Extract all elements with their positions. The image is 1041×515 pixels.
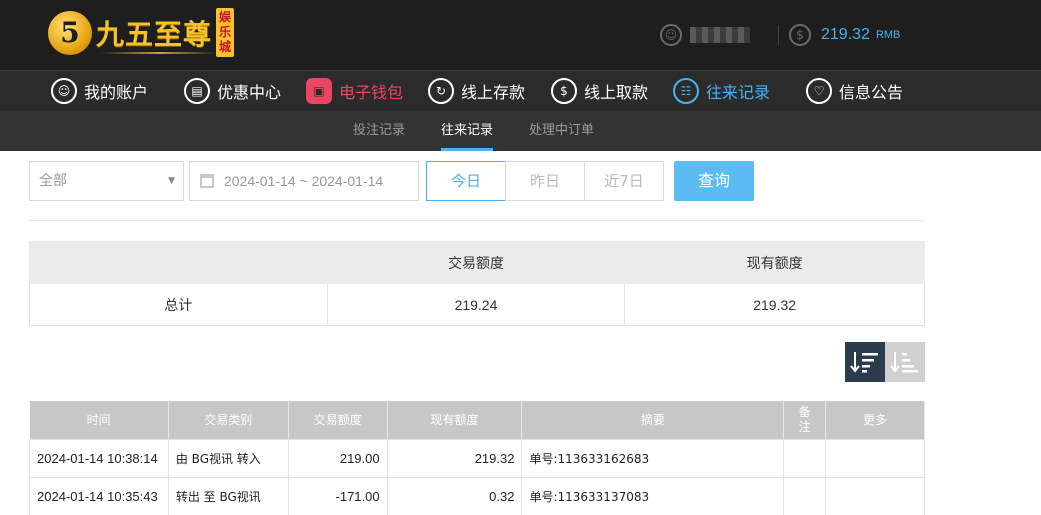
summary-row: 总计 219.24 219.32: [29, 283, 925, 326]
cell-time: 2024-01-14 10:35:43: [29, 476, 169, 515]
tab-bet-records[interactable]: 投注记录: [353, 111, 405, 151]
cell-balance: 0.32: [386, 476, 523, 515]
deposit-icon: ↻: [428, 78, 454, 104]
logo-decoration: [100, 52, 218, 54]
caret-down-icon: ▼: [168, 176, 175, 186]
summary-header-balance: 现有额度: [624, 241, 925, 284]
tab-pending-orders[interactable]: 处理中订单: [529, 111, 594, 151]
nav-item-promotions[interactable]: ▤ 优惠中心: [184, 77, 281, 105]
date-range-input[interactable]: 2024-01-14 ~ 2024-01-14: [189, 161, 419, 201]
gift-icon: ▤: [184, 78, 210, 104]
dollar-circle-icon: $: [789, 24, 811, 46]
cell-summary: 单号:113633162683: [521, 438, 785, 478]
col-amount: 交易额度: [288, 401, 388, 439]
summary-header-amount: 交易额度: [326, 241, 626, 284]
balance-amount: 219.32: [821, 26, 870, 43]
sort-descending-icon: [850, 352, 878, 373]
last-7-days-button[interactable]: 近7日: [584, 161, 664, 201]
cell-amount: -171.00: [287, 476, 388, 515]
username-redacted: [690, 27, 750, 43]
nav-item-online-withdraw[interactable]: $ 线上取款: [551, 77, 648, 105]
cell-time: 2024-01-14 10:38:14: [29, 438, 169, 478]
record-icon: ☷: [673, 78, 699, 104]
today-button[interactable]: 今日: [426, 161, 506, 201]
yesterday-button[interactable]: 昨日: [505, 161, 585, 201]
cell-remark: [783, 476, 827, 515]
nav-item-online-deposit[interactable]: ↻ 线上存款: [428, 77, 525, 105]
col-summary: 摘要: [521, 401, 785, 439]
records-table: 时间 交易类别 交易额度 现有额度 摘要 备 注 更多 2024-01-14 1…: [29, 401, 925, 515]
logo[interactable]: 5 九五至尊 娱 乐 城: [48, 8, 235, 57]
cell-remark: [783, 438, 827, 478]
sort-ascending-icon: [890, 352, 918, 373]
cell-more[interactable]: [825, 438, 925, 478]
logo-mark: 5: [48, 10, 92, 55]
summary-balance: 219.32: [624, 283, 925, 326]
cell-amount: 219.00: [287, 438, 388, 478]
table-row: 2024-01-14 10:35:43 转出 至 BG视讯 -171.00 0.…: [29, 476, 925, 515]
table-row: 2024-01-14 10:38:14 由 BG视讯 转入 219.00 219…: [29, 438, 925, 478]
col-remark: 备 注: [783, 401, 827, 439]
col-more: 更多: [825, 401, 925, 439]
wallet-icon: ▣: [306, 78, 332, 104]
cell-type: 转出 至 BG视讯: [167, 476, 289, 515]
withdraw-icon: $: [551, 78, 577, 104]
cell-more[interactable]: [825, 476, 925, 515]
calendar-icon: [200, 174, 214, 188]
header: 5 九五至尊 娱 乐 城 ☺ $ 219.32 RMB: [0, 0, 1041, 70]
cell-summary: 单号:113633137083: [521, 476, 785, 515]
summary-label: 总计: [29, 283, 328, 326]
type-select[interactable]: 全部 ▼: [29, 161, 184, 201]
col-time: 时间: [29, 401, 169, 439]
divider: [29, 220, 925, 221]
user-icon: ☺: [51, 78, 77, 104]
col-balance: 现有额度: [387, 401, 523, 439]
logo-text: 九五至尊: [96, 17, 213, 51]
balance-unit: RMB: [875, 29, 901, 41]
col-type: 交易类别: [168, 401, 289, 439]
divider: [778, 25, 779, 45]
page: 5 九五至尊 娱 乐 城 ☺ $ 219.32 RMB ☺ 我的账户 ▤ 优惠中…: [0, 0, 1041, 515]
cell-type: 由 BG视讯 转入: [167, 438, 289, 478]
nav-item-my-account[interactable]: ☺ 我的账户: [51, 77, 148, 105]
summary-header-blank: [29, 241, 328, 284]
bell-icon: ♡: [806, 78, 832, 104]
cell-balance: 219.32: [386, 438, 523, 478]
nav-item-e-wallet[interactable]: ▣ 电子钱包: [306, 77, 403, 105]
summary-amount: 219.24: [326, 283, 626, 326]
nav-item-transaction-records[interactable]: ☷ 往来记录: [673, 77, 770, 105]
summary-table: 交易额度 现有额度 总计 219.24 219.32: [29, 241, 925, 326]
user-area: ☺ $ 219.32 RMB: [660, 22, 900, 48]
sort-desc-button[interactable]: [845, 342, 885, 382]
user-icon: ☺: [660, 24, 682, 46]
search-button[interactable]: 查询: [674, 161, 754, 201]
tab-transaction-records[interactable]: 往来记录: [441, 111, 494, 151]
sub-nav: 投注记录 往来记录 处理中订单: [0, 111, 1041, 151]
logo-badge: 娱 乐 城: [216, 8, 235, 57]
main-nav: ☺ 我的账户 ▤ 优惠中心 ▣ 电子钱包 ↻ 线上存款 $ 线上取款 ☷ 往来记…: [0, 70, 1041, 111]
nav-item-announcements[interactable]: ♡ 信息公告: [806, 77, 903, 105]
sort-asc-button[interactable]: [885, 342, 925, 382]
